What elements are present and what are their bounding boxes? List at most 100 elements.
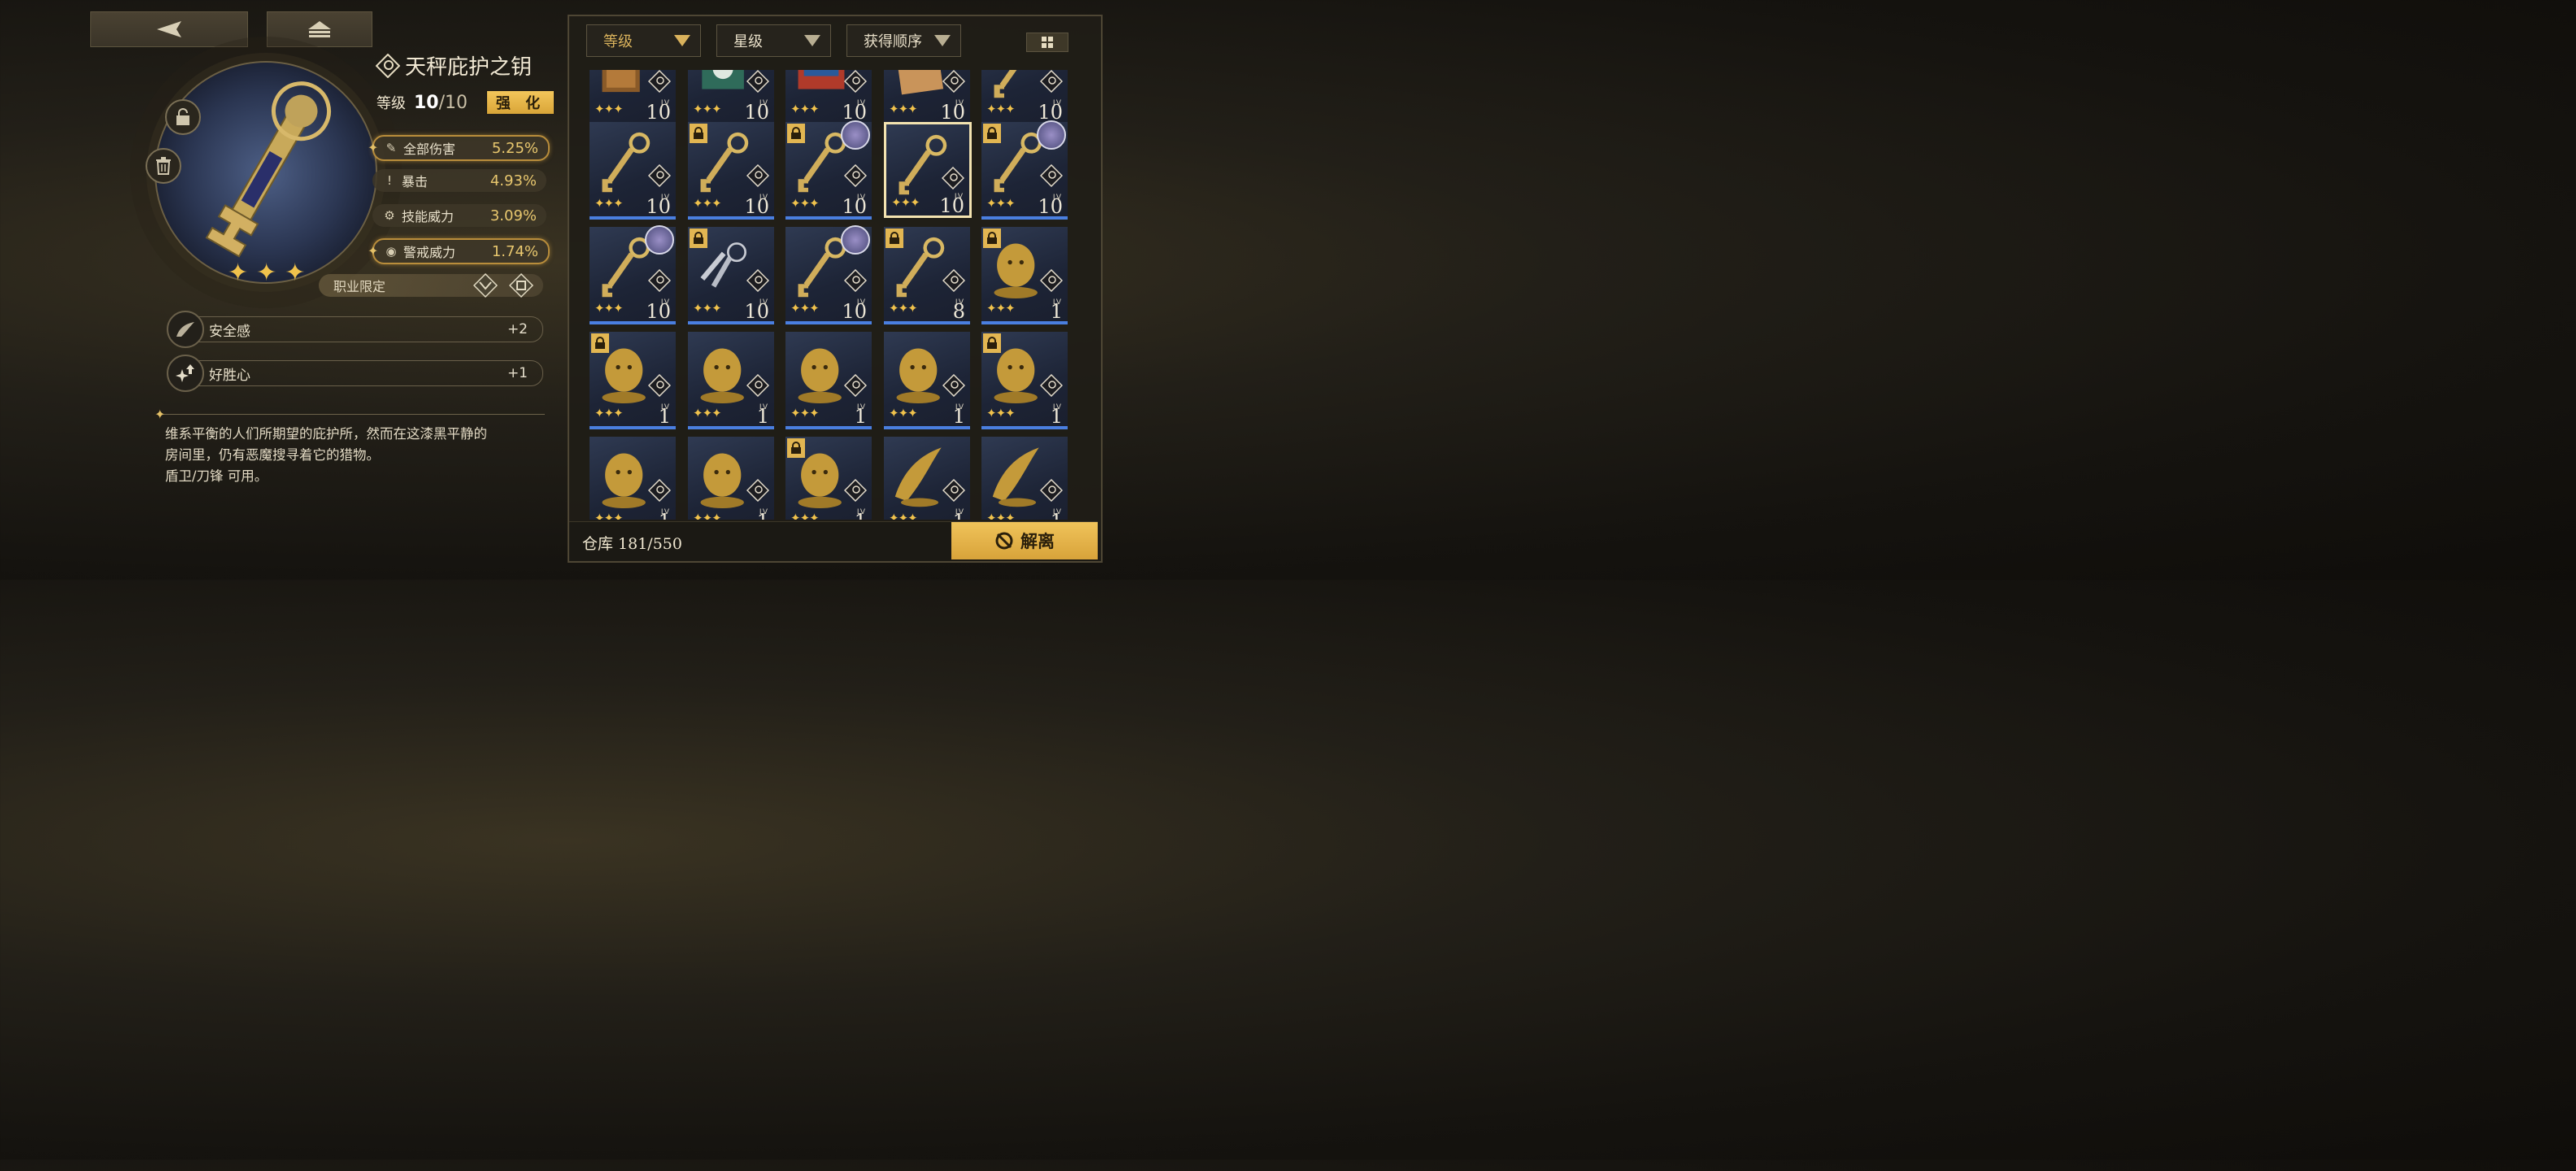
item-name: 天秤庇护之钥	[405, 55, 533, 80]
key-artwork	[205, 81, 331, 258]
inventory-item-card[interactable]: LV 10 ✦✦✦	[785, 225, 872, 324]
item-artwork	[994, 70, 1026, 98]
item-level: 10	[842, 300, 867, 323]
lock-icon	[983, 333, 1001, 353]
item-level: 1	[658, 405, 671, 428]
inventory-item-card[interactable]: LV 10 ✦✦✦	[884, 70, 970, 125]
item-artwork	[602, 453, 646, 508]
trait-row[interactable]: 安全感 +2	[167, 311, 543, 348]
inventory-item-card[interactable]: LV1✦✦✦	[590, 332, 676, 429]
guardian-class-icon[interactable]	[472, 272, 499, 299]
item-artwork	[700, 348, 744, 403]
inventory-item-card[interactable]: LV 10 ✦✦✦	[590, 122, 676, 220]
rarity-stars: ✦✦✦	[693, 512, 722, 520]
storage-count: 仓库 181/550	[582, 535, 682, 553]
inventory-item-card[interactable]: LV1✦✦✦	[590, 437, 676, 520]
rarity-stars: ✦✦✦	[594, 407, 624, 420]
key-type-icon	[942, 374, 965, 397]
inventory-item-card[interactable]: LV 8 ✦✦✦	[884, 227, 970, 324]
inventory-item-card[interactable]: LV 10 ✦✦✦	[590, 225, 676, 324]
inventory-item-card[interactable]: LV1✦✦✦	[884, 437, 970, 520]
back-arrow-icon	[157, 21, 181, 37]
inventory-grid[interactable]: LV 10 ✦✦✦ LV 10 ✦✦✦ LV 10 ✦✦✦ LV 10 ✦✦✦ LV 10 ✦✦✦ LV 10 ✦…	[569, 70, 1098, 520]
inventory-item-card[interactable]: LV 10 ✦✦✦	[688, 70, 774, 125]
chevron-down-icon	[934, 35, 951, 46]
rarity-stars: ✦✦✦	[790, 303, 820, 316]
lock-icon	[886, 229, 903, 248]
key-type-icon	[1040, 374, 1063, 397]
filter-star-dropdown[interactable]: 星级	[716, 24, 831, 57]
gear-icon: ⚙	[384, 208, 395, 223]
inventory-item-card[interactable]: LV 10 ✦✦✦	[981, 120, 1068, 220]
stat-name: 全部伤害	[403, 141, 456, 157]
inventory-item-card[interactable]: LV1✦✦✦	[981, 437, 1068, 520]
rarity-stars: ✦✦✦	[594, 103, 624, 116]
inventory-item-card[interactable]: LV 10 ✦✦✦	[785, 70, 872, 125]
stat-row: ✦ ◉ 警戒威力 1.74%	[368, 238, 550, 264]
stat-row: ✦ ✎ 全部伤害 5.25%	[368, 135, 550, 161]
item-artwork	[798, 70, 845, 89]
item-level: 10	[646, 195, 671, 218]
inventory-item-card[interactable]: LV 10 ✦✦✦	[981, 70, 1068, 125]
filter-order-dropdown[interactable]: 获得顺序	[846, 24, 961, 57]
stat-value: 3.09%	[490, 207, 537, 224]
stat-value: 4.93%	[490, 172, 537, 189]
delete-button[interactable]	[146, 148, 181, 184]
key-type-icon	[942, 479, 965, 502]
trait-name: 好胜心	[209, 367, 250, 384]
filter-label: 等级	[603, 33, 633, 50]
inventory-item-card[interactable]: LV 10 ✦✦✦	[785, 120, 872, 220]
trash-icon	[156, 157, 171, 175]
unlock-icon	[176, 108, 189, 125]
home-button[interactable]	[267, 11, 372, 47]
grid-view-button[interactable]	[1026, 33, 1068, 52]
item-artwork	[602, 70, 640, 93]
rarity-stars: ✦✦✦	[594, 512, 624, 520]
inventory-item-card[interactable]: LV 10 ✦✦✦	[688, 227, 774, 324]
dismantle-button[interactable]: 解离	[951, 522, 1098, 559]
rarity-stars: ✦✦✦	[986, 198, 1016, 211]
filter-label: 星级	[733, 33, 763, 50]
inventory-item-card[interactable]: LV 10 ✦✦✦	[884, 122, 972, 218]
inventory-item-card[interactable]: LV 10 ✦✦✦	[590, 70, 676, 125]
item-level: 1	[1050, 405, 1063, 428]
blade-class-icon[interactable]	[507, 272, 535, 299]
key-type-icon	[648, 374, 671, 397]
inventory-item-card[interactable]: LV1✦✦✦	[688, 332, 774, 429]
level-max: /10	[438, 92, 468, 113]
divider	[159, 414, 545, 415]
equipped-character-avatar	[645, 225, 674, 255]
grid-icon	[1042, 37, 1053, 48]
lock-icon	[983, 124, 1001, 143]
key-type-icon	[844, 164, 867, 187]
inventory-item-card[interactable]: LV1✦✦✦	[785, 332, 872, 429]
filter-level-dropdown[interactable]: 等级	[586, 24, 701, 57]
upgrade-button[interactable]: 强 化	[487, 91, 555, 114]
inventory-item-card[interactable]: LV1✦✦✦	[785, 437, 872, 520]
rarity-stars: ✦✦✦	[790, 198, 820, 211]
equipped-character-avatar	[841, 120, 870, 150]
stat-name: 暴击	[402, 174, 429, 189]
inventory-item-card[interactable]: LV 10 ✦✦✦	[688, 122, 774, 220]
item-level: 10	[744, 195, 769, 218]
description-line: 维系平衡的人们所期望的庇护所，然而在这漆黑平静的	[165, 426, 487, 442]
equipped-character-avatar	[1037, 120, 1066, 150]
rarity-stars: ✦✦✦	[986, 512, 1016, 520]
item-level: 10	[842, 195, 867, 218]
inventory-item-card[interactable]: LV1✦✦✦	[981, 332, 1068, 429]
home-icon	[308, 21, 331, 37]
item-level: 1	[756, 405, 769, 428]
lock-button[interactable]	[165, 99, 201, 135]
inventory-item-card[interactable]: LV1✦✦✦	[884, 332, 970, 429]
trait-row[interactable]: 好胜心 +1	[167, 355, 543, 392]
stat-value: 5.25%	[491, 139, 538, 157]
rarity-stars: ✦✦✦	[693, 407, 722, 420]
key-type-icon	[746, 164, 769, 187]
key-type-icon	[1040, 479, 1063, 502]
sparkle-icon: ✦	[368, 243, 379, 259]
stat-row: ⚙ 技能威力 3.09%	[372, 204, 546, 227]
rarity-stars: ✦✦✦	[594, 303, 624, 316]
inventory-item-card[interactable]: LV1✦✦✦	[688, 437, 774, 520]
inventory-item-card[interactable]: LV1✦✦✦	[981, 227, 1068, 324]
back-button[interactable]	[90, 11, 248, 47]
